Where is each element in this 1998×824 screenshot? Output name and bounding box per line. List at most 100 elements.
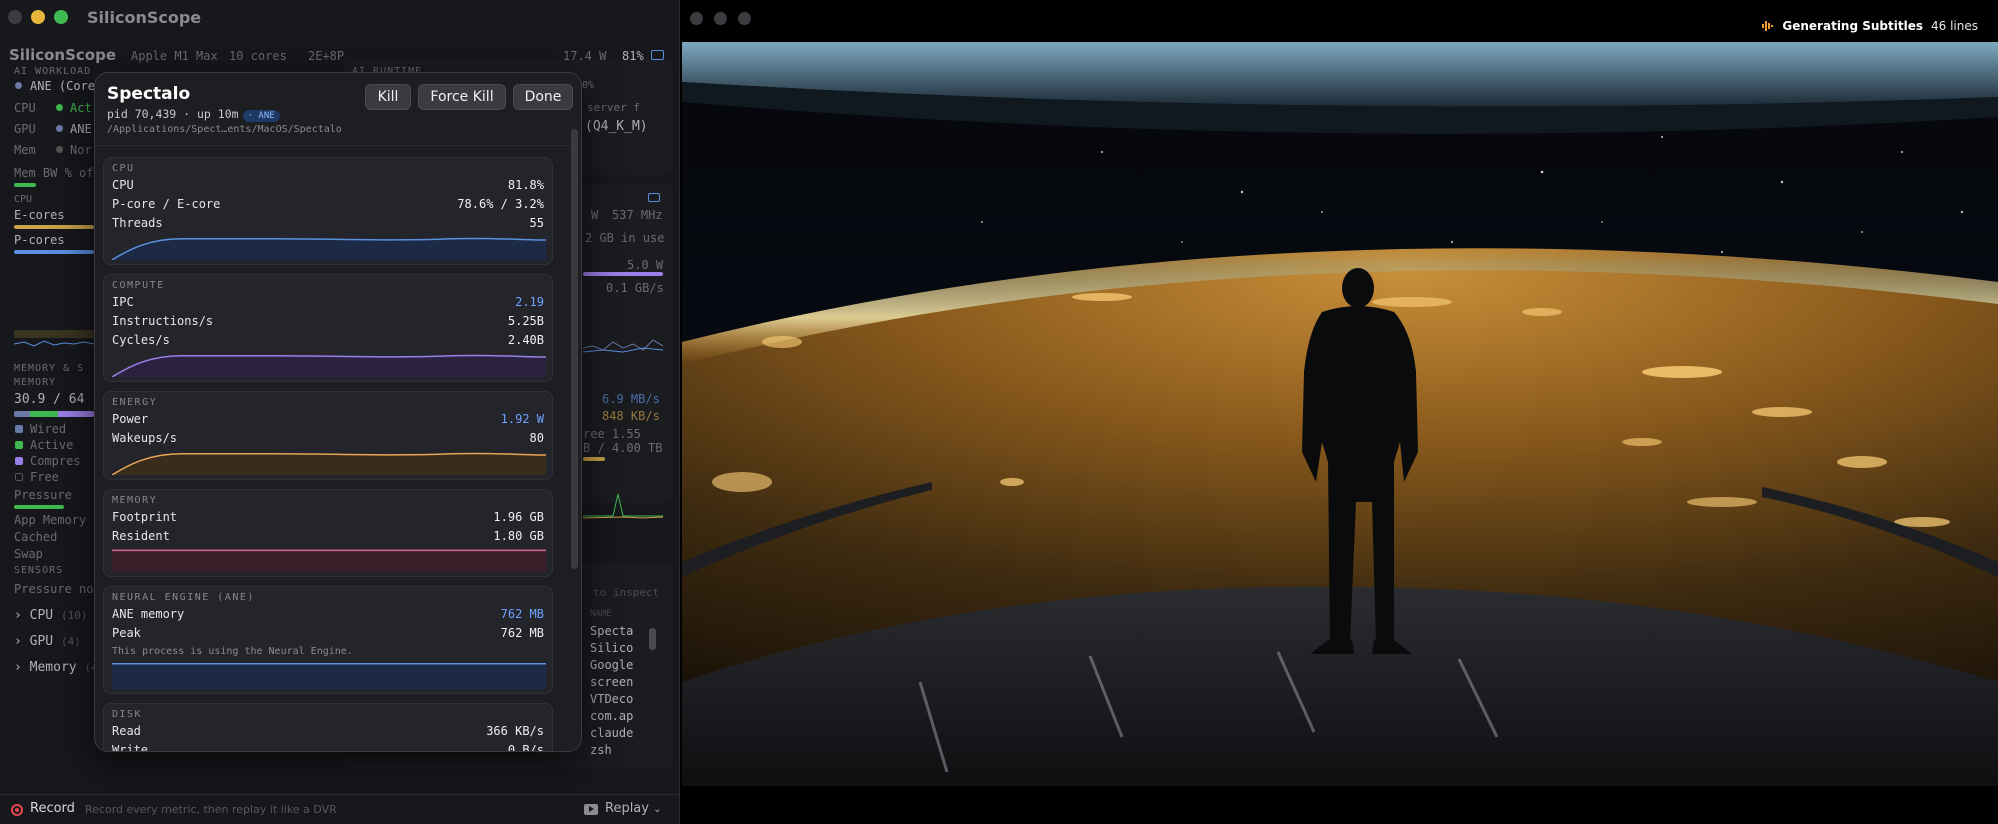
process-row[interactable]: com.ap (590, 709, 633, 723)
process-row[interactable]: VTDeco (590, 692, 633, 706)
metric-value: 366 KB/s (486, 724, 544, 738)
process-row[interactable]: Google (590, 658, 633, 672)
record-button[interactable]: Record (30, 801, 75, 816)
minimize-button[interactable] (31, 10, 45, 24)
disk-write-rate: 848 KB/s (602, 409, 660, 423)
expander-cpu-count: (10) (60, 609, 88, 622)
memory-section-title: MEMORY (112, 495, 158, 506)
metric-label: ANE memory (112, 607, 185, 621)
done-button[interactable]: Done (513, 84, 573, 110)
ane-core-label: ANE (CoreM (30, 79, 103, 93)
compute-section: COMPUTE IPC 2.19 Instructions/s 5.25B Cycles/… (103, 274, 553, 382)
record-icon[interactable] (11, 804, 23, 816)
siliconscope-window: SiliconScope SiliconScope Apple M1 Max 1… (0, 0, 680, 824)
process-list-scrollbar[interactable] (649, 628, 656, 650)
subtitle-line-count: 46 lines (1931, 19, 1978, 33)
expander-cpu[interactable]: › CPU (10) (14, 608, 87, 623)
kill-button[interactable]: Kill (365, 84, 411, 110)
process-row[interactable]: Silico (590, 641, 633, 655)
close-button[interactable] (690, 12, 703, 25)
compute-section-title: COMPUTE (112, 280, 165, 291)
metric-value: 1.96 GB (493, 510, 544, 524)
process-pid: pid 70,439 · up 10m (107, 107, 239, 121)
metric-row: Power 1.92 W (112, 412, 544, 428)
replay-button[interactable]: Replay ⌄ (605, 801, 662, 816)
wired-swatch (15, 425, 23, 433)
disk-capacity: B / 4.00 TB (583, 441, 663, 455)
metric-label: Footprint (112, 510, 178, 524)
ane-section-title: NEURAL ENGINE (ANE) (112, 592, 255, 603)
gpu-power-unit: W (591, 208, 599, 222)
expander-gpu[interactable]: › GPU (4) (14, 634, 81, 649)
cpu-section: CPU CPU 81.8% P-core / E-core 78.6% / 3.2% Th… (103, 157, 553, 265)
name-column-header[interactable]: NAME (590, 609, 612, 619)
metric-label: IPC (112, 295, 134, 309)
metric-label: CPU (112, 178, 134, 192)
gpu-label: GPU (14, 122, 36, 136)
window-controls (690, 12, 751, 25)
core-count: 10 cores (229, 49, 287, 63)
cpu-history-sparkline (14, 330, 94, 347)
cpu-section-label: CPU (14, 194, 33, 205)
expander-memory[interactable]: › Memory (4 (14, 660, 98, 675)
e-cores-label: E-cores (14, 208, 65, 222)
gpu-power: 5.0 W (627, 258, 664, 272)
memory-sparkline (112, 549, 546, 572)
metric-value: 1.92 W (500, 412, 544, 426)
metric-value: 80 (529, 431, 544, 445)
display-icon (648, 193, 660, 202)
inspect-hint: to inspect (593, 586, 660, 599)
zoom-button[interactable] (738, 12, 751, 25)
metric-value: 0 B/s (507, 743, 544, 752)
metric-label: Wakeups/s (112, 431, 178, 445)
core-config: 2E+8P (308, 49, 345, 63)
process-name: Spectalo (107, 84, 191, 104)
cached-label: Cached (14, 530, 58, 544)
compressed-swatch (15, 457, 23, 465)
expander-memory-label: Memory (29, 660, 77, 675)
compute-sparkline (112, 354, 546, 377)
chip-name: Apple M1 Max (131, 49, 218, 63)
expander-gpu-count: (4) (60, 635, 81, 648)
process-row[interactable]: Specta (590, 624, 633, 638)
force-kill-button[interactable]: Force Kill (418, 84, 506, 110)
process-row[interactable]: claude (590, 726, 633, 740)
process-meta: pid 70,439 · up 10m · ANE (107, 107, 280, 122)
app-name: SiliconScope (9, 46, 117, 64)
window-controls (8, 10, 68, 24)
process-row[interactable]: screen (590, 675, 633, 689)
close-button[interactable] (8, 10, 22, 24)
metric-row: Resident 1.80 GB (112, 529, 544, 545)
expander-cpu-label: CPU (29, 608, 54, 623)
ane-sparkline-area (112, 663, 546, 689)
model-quant: (Q4_K_M) (585, 119, 648, 134)
video-frame[interactable] (682, 42, 1998, 786)
metric-row: Peak 762 MB (112, 626, 544, 642)
ane-section: NEURAL ENGINE (ANE) ANE memory 762 MB Peak 7… (103, 586, 553, 694)
memory-label: MEMORY (14, 377, 57, 388)
process-row[interactable]: zsh (590, 743, 612, 757)
metric-label: Peak (112, 626, 141, 640)
metric-row: Write 0 B/s (112, 743, 544, 752)
gpu-status: ANE (70, 122, 92, 136)
popover-scrollbar[interactable] (571, 129, 578, 569)
zoom-button[interactable] (54, 10, 68, 24)
compute-sparkline-area (112, 355, 546, 377)
p-cores-label: P-cores (14, 233, 65, 247)
gpu-bandwidth: 0.1 GB/s (606, 281, 664, 295)
record-hint: Record every metric, then replay it like… (85, 803, 337, 816)
active-label: Active (30, 438, 74, 452)
metric-label: Instructions/s (112, 314, 214, 328)
wired-label: Wired (30, 422, 67, 436)
active-swatch (15, 441, 23, 449)
pressure-bar (14, 505, 64, 509)
disk-free: ree 1.55 (583, 427, 641, 441)
gpu-history-sparkline (583, 339, 663, 353)
cpu-section-title: CPU (112, 163, 135, 174)
window-title: SiliconScope (87, 8, 202, 27)
minimize-button[interactable] (714, 12, 727, 25)
metric-value: 762 MB (500, 626, 544, 640)
metric-label: Threads (112, 216, 163, 230)
mem-status: Nor (70, 143, 92, 157)
cpu-sparkline (112, 237, 546, 260)
